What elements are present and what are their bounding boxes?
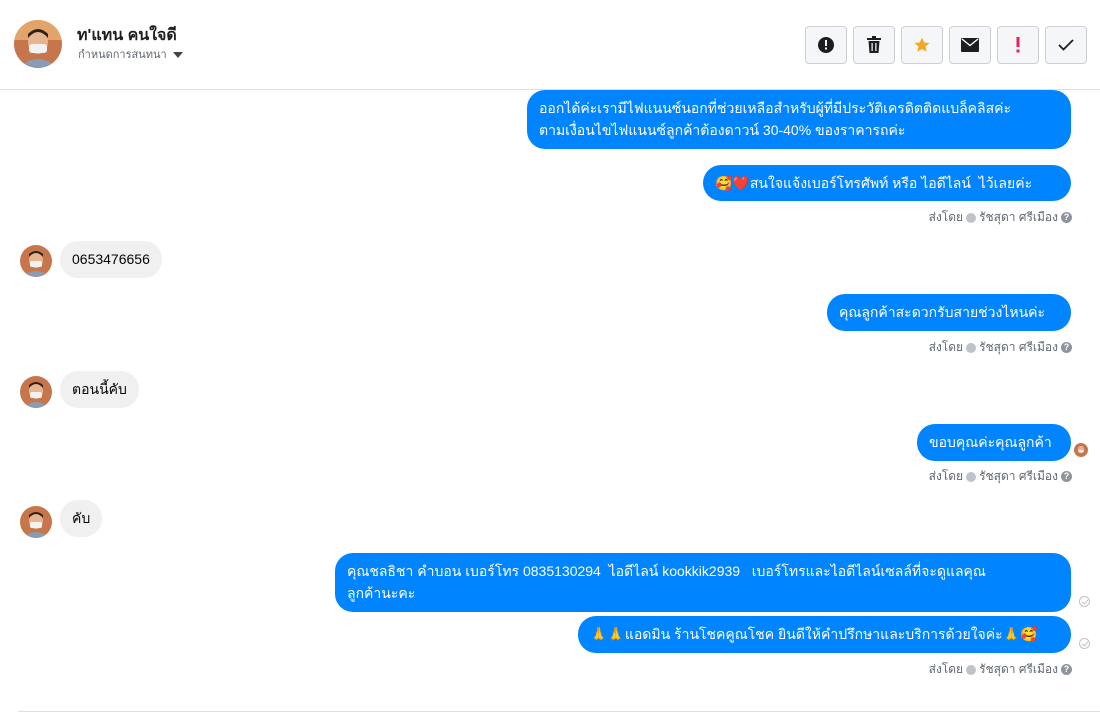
outgoing-message[interactable]: คุณชลธิชา คำบอน เบอร์โทร 0835130294 ไอดี…	[335, 553, 1071, 612]
sent-by-label: ส่งโดย	[928, 662, 964, 676]
conversation-actions	[805, 26, 1087, 64]
envelope-icon	[961, 38, 979, 52]
agent-icon	[966, 664, 977, 675]
incoming-message[interactable]: ตอนนี้คับ	[60, 371, 139, 408]
delete-button[interactable]	[853, 26, 895, 64]
star-button[interactable]	[901, 26, 943, 64]
outgoing-message[interactable]: ออกได้ค่ะเรามีไฟแนนซ์นอกที่ช่วยเหลือสำหร…	[527, 90, 1071, 149]
caret-down-icon	[172, 51, 183, 58]
sent-by-label: ส่งโดย	[928, 210, 964, 224]
report-button[interactable]	[805, 26, 847, 64]
conversation-label-selector[interactable]: กำหนดการสนทนา	[78, 45, 183, 63]
label-selector-text: กำหนดการสนทนา	[78, 49, 167, 61]
composer-border	[18, 711, 1100, 715]
contact-avatar[interactable]	[14, 20, 62, 68]
help-icon[interactable]: ?	[1061, 342, 1072, 353]
delivered-check-icon	[1079, 638, 1090, 649]
seen-avatar	[1074, 443, 1088, 457]
sent-by-info: ส่งโดย รัชสุดา ศรีเมือง ?	[929, 660, 1072, 679]
agent-icon	[966, 342, 977, 353]
alert-circle-icon	[818, 37, 834, 53]
outgoing-message[interactable]: ขอบคุณค่ะคุณลูกค้า	[917, 424, 1071, 461]
follow-up-button[interactable]	[997, 26, 1039, 64]
checkmark-icon	[1058, 39, 1074, 51]
delivered-check-icon	[1079, 596, 1090, 607]
help-icon[interactable]: ?	[1061, 664, 1072, 675]
mark-unread-button[interactable]	[949, 26, 991, 64]
sent-by-label: ส่งโดย	[928, 340, 964, 354]
sent-by-agent[interactable]: รัชสุดา ศรีเมือง	[979, 467, 1058, 486]
sent-by-info: ส่งโดย รัชสุดา ศรีเมือง ?	[929, 208, 1072, 227]
help-icon[interactable]: ?	[1061, 471, 1072, 482]
outgoing-message[interactable]: 🙏🙏แอดมิน ร้านโชคคูณโชค ยินดีให้คำปรึกษาแ…	[578, 616, 1071, 653]
outgoing-message[interactable]: 🥰❤️สนใจแจ้งเบอร์โทรศัพท์ หรือ ไอดีไลน์ ไ…	[703, 165, 1071, 201]
outgoing-message[interactable]: คุณลูกค้าสะดวกรับสายช่วงไหนค่ะ	[827, 294, 1071, 331]
message-thread[interactable]: ออกได้ค่ะเรามีไฟแนนซ์นอกที่ช่วยเหลือสำหร…	[0, 90, 1100, 715]
agent-icon	[966, 471, 977, 482]
conversation-header: ท'แทน คนใจดี กำหนดการสนทนา	[0, 0, 1100, 90]
agent-icon	[966, 212, 977, 223]
star-icon	[914, 37, 930, 52]
help-icon[interactable]: ?	[1061, 212, 1072, 223]
sent-by-label: ส่งโดย	[928, 469, 964, 483]
incoming-message[interactable]: คับ	[60, 500, 103, 537]
mark-done-button[interactable]	[1045, 26, 1087, 64]
contact-avatar-small[interactable]	[20, 245, 52, 277]
sent-by-info: ส่งโดย รัชสุดา ศรีเมือง ?	[929, 467, 1072, 486]
contact-avatar-small[interactable]	[20, 376, 52, 408]
sent-by-agent[interactable]: รัชสุดา ศรีเมือง	[979, 208, 1058, 227]
incoming-message[interactable]: 0653476656	[60, 241, 162, 278]
sent-by-agent[interactable]: รัชสุดา ศรีเมือง	[979, 338, 1058, 357]
contact-avatar-small[interactable]	[20, 506, 52, 538]
sent-by-info: ส่งโดย รัชสุดา ศรีเมือง ?	[929, 338, 1072, 357]
sent-by-agent[interactable]: รัชสุดา ศรีเมือง	[979, 660, 1058, 679]
trash-icon	[867, 36, 881, 53]
exclamation-icon	[1016, 37, 1020, 53]
